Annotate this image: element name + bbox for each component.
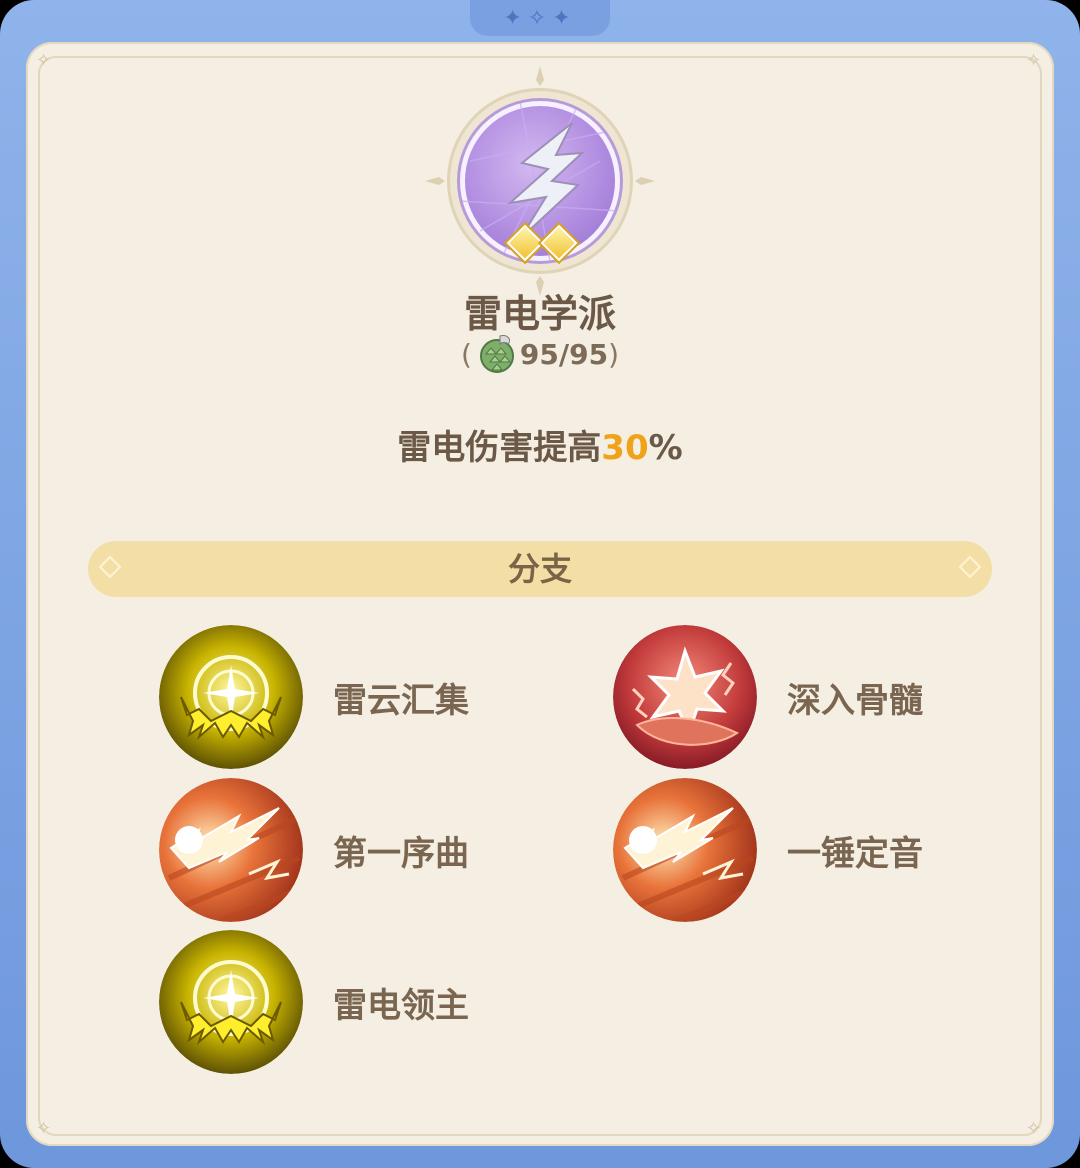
lightning-burst-icon — [159, 778, 303, 922]
branch-item-first-overture[interactable]: 第一序曲 — [159, 778, 559, 922]
branch-item-deep-into-bone[interactable]: 深入骨髓 — [613, 625, 1013, 769]
branch-label: 第一序曲 — [333, 834, 469, 874]
lightning-emblem-icon — [425, 66, 655, 296]
effect-text: 雷电伤害提高 — [397, 428, 602, 468]
corner-ornament-icon: ✧ — [1026, 50, 1042, 71]
effect-suffix: % — [648, 428, 683, 468]
branch-item-thunder-cloud-gather[interactable]: 雷云汇集 — [159, 625, 559, 769]
corner-ornament-icon: ✧ — [36, 1118, 52, 1139]
thunder-cloud-icon — [159, 930, 303, 1074]
corner-ornament-icon: ✧ — [1026, 1118, 1042, 1139]
pinecone-currency-icon — [478, 332, 516, 374]
branch-section-header: 分支 — [88, 541, 992, 597]
school-effect: 雷电伤害提高30% — [0, 420, 1080, 469]
sparkle-stars-icon: ✦✧✦ — [503, 6, 577, 31]
points-value: 95/95 — [519, 338, 609, 371]
deep-strike-icon — [613, 625, 757, 769]
branch-item-thunder-lord[interactable]: 雷电领主 — [159, 930, 559, 1074]
points-close-paren: ) — [608, 338, 620, 371]
branch-label: 深入骨髓 — [787, 681, 923, 721]
branch-label: 雷电领主 — [333, 986, 469, 1026]
thunder-cloud-icon — [159, 625, 303, 769]
school-points: ( 95/95) — [0, 335, 1080, 377]
branch-item-final-hammer[interactable]: 一锤定音 — [613, 778, 1013, 922]
points-open-paren: ( — [460, 338, 472, 371]
branch-label: 雷云汇集 — [333, 681, 469, 721]
corner-ornament-icon: ✧ — [36, 50, 52, 71]
section-title: 分支 — [507, 550, 572, 588]
school-name: 雷电学派 — [463, 292, 616, 336]
lightning-burst-icon — [613, 778, 757, 922]
effect-value: 30 — [601, 428, 649, 468]
branch-label: 一锤定音 — [787, 834, 923, 874]
